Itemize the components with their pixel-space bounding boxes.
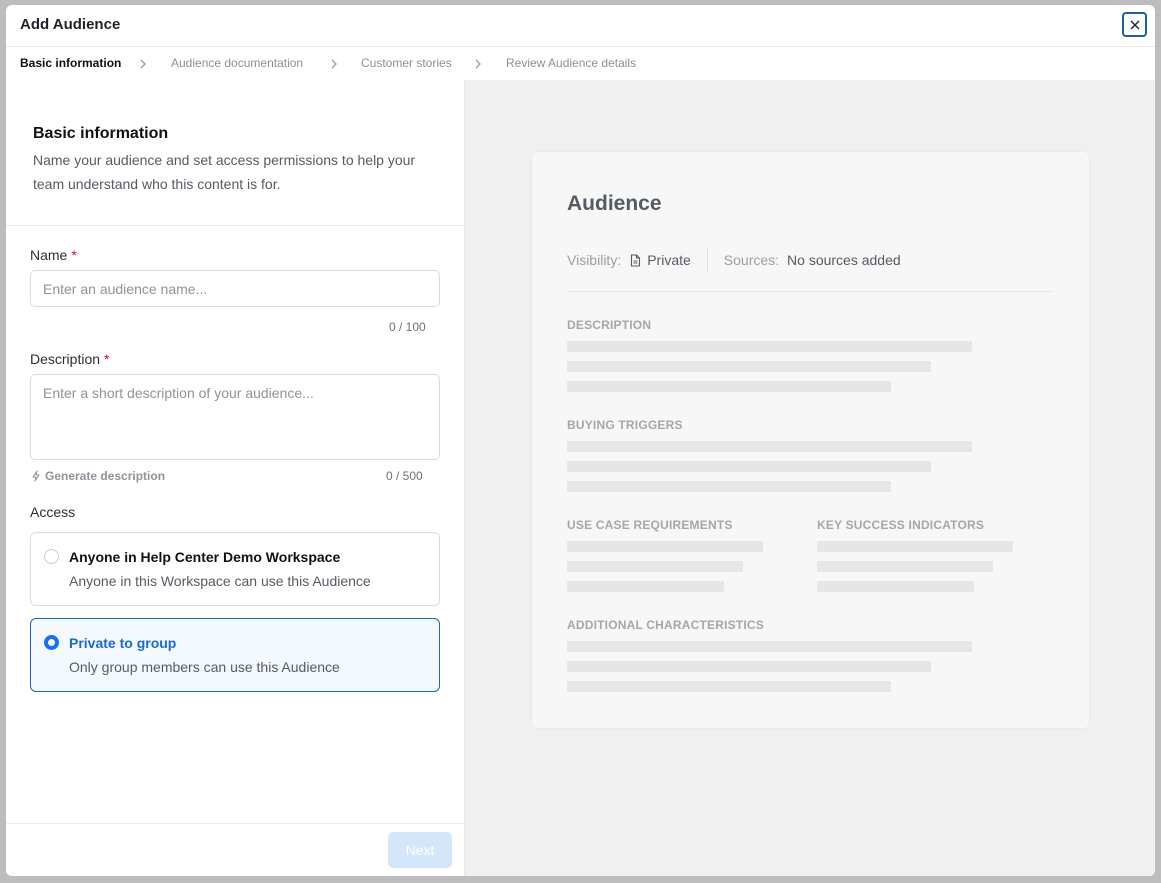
name-char-counter: 0 / 100 <box>389 320 426 334</box>
stepper: Basic information Audience documentation… <box>6 47 1155 81</box>
form-panel: Basic information Name your audience and… <box>6 80 465 876</box>
preview-title: Audience <box>567 192 662 215</box>
visibility-value: Private <box>647 252 691 268</box>
skeleton-line <box>567 541 763 552</box>
generate-description-button[interactable]: Generate description <box>31 469 165 483</box>
access-option-private[interactable]: Private to group Only group members can … <box>30 618 440 692</box>
visibility-label: Visibility: <box>567 252 622 268</box>
description-textarea[interactable]: Enter a short description of your audien… <box>30 374 440 460</box>
close-button[interactable] <box>1122 12 1147 37</box>
name-label: Name * <box>30 247 77 263</box>
form-heading: Basic information <box>33 125 169 142</box>
skeleton-line <box>567 641 972 652</box>
dialog-header: Add Audience <box>6 5 1155 47</box>
access-label: Access <box>30 504 76 520</box>
name-placeholder: Enter an audience name... <box>43 281 208 297</box>
radio-unselected[interactable] <box>44 549 59 564</box>
name-input[interactable]: Enter an audience name... <box>30 270 440 307</box>
skeleton-line <box>567 561 743 572</box>
description-placeholder: Enter a short description of your audien… <box>43 385 314 401</box>
lightning-icon <box>32 470 40 482</box>
skeleton-line <box>567 381 891 392</box>
option-title: Anyone in Help Center Demo Workspace <box>69 549 341 565</box>
skeleton-line <box>817 561 993 572</box>
chevron-right-icon <box>140 59 146 69</box>
section-description: DESCRIPTION <box>567 318 652 332</box>
description-char-counter: 0 / 500 <box>386 469 423 483</box>
meta-divider <box>706 248 708 272</box>
skeleton-line <box>817 581 974 592</box>
step-audience-documentation[interactable]: Audience documentation <box>171 56 303 70</box>
chevron-right-icon <box>475 59 481 69</box>
form-footer: Next <box>6 823 464 876</box>
access-option-workspace[interactable]: Anyone in Help Center Demo Workspace Any… <box>30 532 440 606</box>
section-buying-triggers: BUYING TRIGGERS <box>567 418 683 432</box>
skeleton-line <box>567 461 931 472</box>
skeleton-line <box>567 361 931 372</box>
add-audience-dialog: Add Audience Basic information Audience … <box>6 5 1155 876</box>
audience-preview-card: Audience Visibility: Private Sources: No… <box>531 151 1090 729</box>
skeleton-line <box>567 661 931 672</box>
skeleton-line <box>817 541 1013 552</box>
option-subtitle: Anyone in this Workspace can use this Au… <box>69 573 371 589</box>
next-button[interactable]: Next <box>388 832 452 868</box>
skeleton-line <box>567 581 724 592</box>
skeleton-line <box>567 441 972 452</box>
section-key-success-indicators: KEY SUCCESS INDICATORS <box>817 518 985 532</box>
radio-selected[interactable] <box>44 635 59 650</box>
skeleton-line <box>567 681 891 692</box>
option-title: Private to group <box>69 635 177 651</box>
chevron-right-icon <box>331 59 337 69</box>
preview-panel: Audience Visibility: Private Sources: No… <box>465 80 1155 876</box>
document-icon <box>631 253 641 267</box>
step-basic-information[interactable]: Basic information <box>20 56 121 70</box>
step-review-audience-details[interactable]: Review Audience details <box>506 56 636 70</box>
sources-label: Sources: <box>723 252 780 268</box>
step-customer-stories[interactable]: Customer stories <box>361 56 452 70</box>
description-label: Description * <box>30 351 110 367</box>
form-subheading: Name your audience and set access permis… <box>33 152 416 192</box>
option-subtitle: Only group members can use this Audience <box>69 659 340 675</box>
required-mark: * <box>71 247 77 263</box>
skeleton-line <box>567 481 891 492</box>
required-mark: * <box>104 351 110 367</box>
preview-divider <box>567 291 1052 292</box>
form-intro: Basic information Name your audience and… <box>6 80 464 226</box>
dialog-title: Add Audience <box>20 16 121 33</box>
skeleton-line <box>567 341 972 352</box>
sources-value: No sources added <box>787 252 901 268</box>
section-use-case-requirements: USE CASE REQUIREMENTS <box>567 518 733 532</box>
close-icon <box>1130 20 1139 29</box>
section-additional-characteristics: ADDITIONAL CHARACTERISTICS <box>567 618 764 632</box>
preview-meta: Visibility: Private Sources: No sources … <box>567 248 901 272</box>
